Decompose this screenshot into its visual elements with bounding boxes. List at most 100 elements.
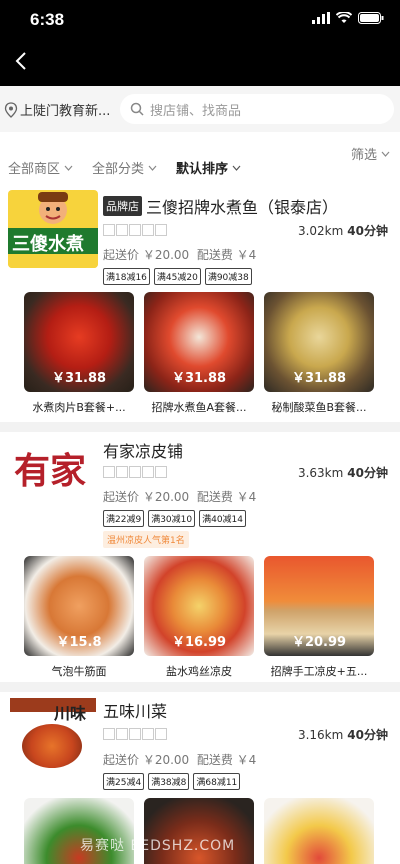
discount-list: 满25减4 满38减8 满68减11 xyxy=(103,773,241,790)
star-icon xyxy=(116,728,128,740)
shop-logo: 三傻水煮 xyxy=(8,190,98,268)
dish-image: ￥31.88 xyxy=(264,292,374,392)
discount-tag: 满40减14 xyxy=(199,510,246,527)
chef-mascot-icon xyxy=(8,192,98,268)
filter-category-label: 全部分类 xyxy=(92,162,145,177)
dish-list: ￥31.88 水煮肉片B套餐+... ￥31.88 招牌水煮鱼A套餐... ￥3… xyxy=(24,292,374,415)
dish-name: 盐水鸡丝凉皮 xyxy=(166,665,232,678)
filter-area-label: 全部商区 xyxy=(8,162,61,177)
logo-text: 川味 xyxy=(54,704,87,723)
watermark: 易赛哒 EEDSHZ.COM xyxy=(80,838,236,854)
discount-list: 满18减16 满45减20 满90减38 xyxy=(103,268,252,285)
search-icon xyxy=(130,102,144,116)
distance-value: 3.16km xyxy=(297,728,344,742)
battery-icon xyxy=(358,12,384,24)
star-icon xyxy=(116,466,128,478)
shop-title: 五味川菜 xyxy=(103,698,167,722)
shop-name: 有家凉皮铺 xyxy=(103,442,184,461)
dish-item[interactable] xyxy=(264,798,374,864)
discount-tag: 满18减16 xyxy=(103,268,150,285)
logo-text: 三傻水煮 xyxy=(12,234,84,255)
discount-tag: 满30减10 xyxy=(148,510,196,527)
star-icon xyxy=(129,466,141,478)
dish-item[interactable]: ￥31.88 秘制酸菜鱼B套餐... xyxy=(264,292,374,415)
filter-area[interactable]: 全部商区 xyxy=(8,158,73,177)
dish-price: ￥20.99 xyxy=(291,635,347,650)
rating-stars xyxy=(103,728,167,740)
filter-sort[interactable]: 默认排序 xyxy=(176,158,241,177)
logo-text: 有家 xyxy=(14,450,87,492)
star-icon xyxy=(142,728,154,740)
shop-card[interactable]: 三傻水煮 品牌店 三傻招牌水煮鱼（银泰店） 3.02km 40分钟 起送价 ￥20… xyxy=(0,186,400,428)
distance-value: 3.02km xyxy=(297,224,344,238)
dish-image: ￥20.99 xyxy=(264,556,374,656)
shop-distance: 3.16km 40分钟 xyxy=(298,726,388,743)
chevron-down-icon xyxy=(381,151,390,157)
dish-item[interactable]: ￥31.88 招牌水煮鱼A套餐... xyxy=(144,292,254,415)
shop-fees: 起送价 ￥20.00 配送费 ￥4 xyxy=(103,246,256,263)
min-order: 起送价 ￥20.00 xyxy=(103,248,190,262)
dish-name: 水煮肉片B套餐+... xyxy=(32,401,126,414)
filter-screen-button[interactable]: 筛选 xyxy=(351,144,390,163)
star-icon xyxy=(155,224,167,236)
dish-item[interactable]: ￥20.99 招牌手工凉皮+五... xyxy=(264,556,374,679)
dish-price: ￥31.88 xyxy=(171,371,227,386)
distance-value: 3.63km xyxy=(297,466,344,480)
shop-title: 有家凉皮铺 xyxy=(103,438,183,462)
back-arrow-icon[interactable] xyxy=(10,49,34,73)
location-selector[interactable]: 上陡门教育新... xyxy=(4,100,116,119)
dish-image: ￥16.99 xyxy=(144,556,254,656)
discount-tag: 满68减11 xyxy=(193,773,241,790)
discount-tag: 满90减38 xyxy=(204,268,252,285)
brand-badge: 品牌店 xyxy=(103,196,142,216)
dish-item[interactable]: ￥15.8 气泡牛筋面 xyxy=(24,556,134,679)
shop-name: 五味川菜 xyxy=(103,702,168,721)
shop-fees: 起送价 ￥20.00 配送费 ￥4 xyxy=(103,751,256,768)
dish-price: ￥16.99 xyxy=(171,635,227,650)
discount-tag: 满25减4 xyxy=(103,773,145,790)
shop-logo: 川味 xyxy=(8,696,98,774)
divider xyxy=(0,422,400,432)
dish-item[interactable]: ￥31.88 水煮肉片B套餐+... xyxy=(24,292,134,415)
discount-tag: 满22减9 xyxy=(103,510,145,527)
rating-stars xyxy=(103,224,167,236)
signal-icon xyxy=(312,12,330,24)
discount-tag: 满38减8 xyxy=(148,773,190,790)
dish-price: ￥31.88 xyxy=(51,371,107,386)
delivery-time: 40分钟 xyxy=(347,224,388,238)
dish-name: 招牌水煮鱼A套餐... xyxy=(151,401,247,414)
logo-dish xyxy=(22,724,82,768)
shop-card[interactable]: 有家 有家凉皮铺 3.63km 40分钟 起送价 ￥20.00 配送费 ￥4 满2… xyxy=(0,432,400,682)
star-icon xyxy=(129,224,141,236)
star-icon xyxy=(155,728,167,740)
min-order: 起送价 ￥20.00 xyxy=(103,753,190,767)
dish-name: 招牌手工凉皮+五... xyxy=(270,665,368,678)
delivery-time: 40分钟 xyxy=(347,466,388,480)
location-text: 上陡门教育新... xyxy=(20,104,111,119)
dish-price: ￥15.8 xyxy=(56,635,102,650)
shop-distance: 3.63km 40分钟 xyxy=(298,464,388,481)
dish-list: ￥15.8 气泡牛筋面 ￥16.99 盐水鸡丝凉皮 ￥20.99 招牌手工凉皮+… xyxy=(24,556,374,679)
dish-price: ￥31.88 xyxy=(291,371,347,386)
search-placeholder: 搜店铺、找商品 xyxy=(150,103,242,119)
shop-title: 品牌店 三傻招牌水煮鱼（银泰店） xyxy=(103,194,338,218)
status-icons xyxy=(312,12,384,24)
chevron-down-icon xyxy=(232,165,241,171)
dish-image: ￥31.88 xyxy=(144,292,254,392)
delivery-fee: 配送费 ￥4 xyxy=(196,490,257,504)
chevron-down-icon xyxy=(64,165,73,171)
dish-image xyxy=(264,798,374,864)
location-search-bar: 上陡门教育新... 搜店铺、找商品 xyxy=(0,86,400,132)
rank-badge: 温州凉皮人气第1名 xyxy=(103,531,189,548)
filter-category[interactable]: 全部分类 xyxy=(92,158,157,177)
delivery-fee: 配送费 ￥4 xyxy=(196,753,257,767)
wifi-icon xyxy=(336,12,352,23)
shop-name: 三傻招牌水煮鱼（银泰店） xyxy=(146,198,339,217)
dish-image: ￥31.88 xyxy=(24,292,134,392)
dish-item[interactable]: ￥16.99 盐水鸡丝凉皮 xyxy=(144,556,254,679)
star-icon xyxy=(155,466,167,478)
status-time: 6:38 xyxy=(30,10,65,29)
search-input[interactable]: 搜店铺、找商品 xyxy=(120,94,394,124)
divider xyxy=(0,682,400,692)
shop-fees: 起送价 ￥20.00 配送费 ￥4 xyxy=(103,488,256,505)
